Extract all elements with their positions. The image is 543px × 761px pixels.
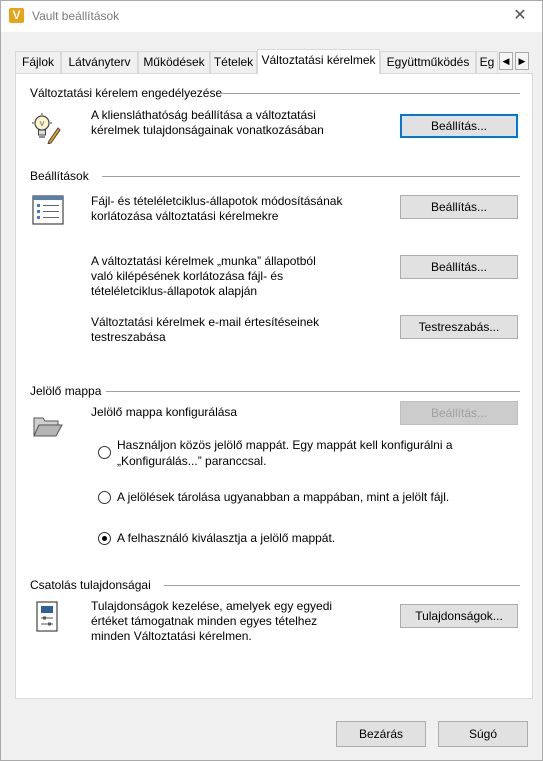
attachment-description-line1: Tulajdonságok kezelése, amelyek egy egye…	[91, 599, 333, 613]
radio-user-selects-folder[interactable]	[98, 532, 111, 545]
tab-change-orders[interactable]: Változtatási kérelmek	[257, 49, 380, 74]
settings-item2-line2: való kilépésének korlátozása fájl- és	[91, 269, 284, 283]
enable-description-line1: A kliensláthatóság beállítása a változta…	[91, 108, 316, 122]
title-bar: V Vault beállítások ✕	[1, 1, 542, 32]
tab-strip: Fájlok Látványterv Működések Tételek Vál…	[15, 49, 533, 74]
email-notification-customize-button[interactable]: Testreszabás...	[400, 315, 518, 339]
section-divider	[164, 585, 520, 586]
tab-scroll-right-button[interactable]: ▶	[515, 52, 529, 70]
section-divider	[106, 391, 520, 392]
tab-partial[interactable]: Eg	[476, 51, 498, 73]
folder-open-icon	[33, 414, 63, 438]
close-window-button[interactable]: ✕	[498, 1, 542, 32]
tab-visualization[interactable]: Látványterv	[61, 51, 138, 73]
properties-document-icon	[36, 601, 60, 633]
option-shared-folder-line1: Használjon közös jelölő mappát. Egy mapp…	[117, 438, 453, 452]
section-divider	[220, 93, 520, 94]
settings-item2-line1: A változtatási kérelmek „munka” állapotb…	[91, 254, 316, 268]
option-shared-folder-line2: „Konfigurálás...” paranccsal.	[117, 454, 267, 468]
lifecycle-restriction-settings-button[interactable]: Beállítás...	[400, 195, 518, 219]
help-button[interactable]: Súgó	[438, 721, 528, 747]
settings-item1-line1: Fájl- és tételéletciklus-állapotok módos…	[91, 194, 343, 208]
section-title-attachment-properties: Csatolás tulajdonságai	[30, 578, 151, 592]
tab-items[interactable]: Tételek	[210, 51, 257, 73]
option-user-selects-label: A felhasználó kiválasztja a jelölő mappá…	[117, 531, 336, 545]
attachment-description-line3: minden Változtatási kérelmen.	[91, 629, 252, 643]
section-divider	[102, 176, 520, 177]
radio-same-folder-as-file[interactable]	[98, 491, 111, 504]
lightbulb-pencil-icon	[31, 112, 61, 145]
settings-item3-line2: testreszabása	[91, 330, 166, 344]
tab-scroll-left-button[interactable]: ◀	[499, 52, 513, 70]
tab-files[interactable]: Fájlok	[15, 51, 61, 73]
dialog-window: V Vault beállítások ✕ Fájlok Látványterv…	[0, 0, 543, 761]
vault-logo-icon: V	[9, 8, 24, 23]
tab-behaviors[interactable]: Működések	[138, 51, 210, 73]
attachment-properties-button[interactable]: Tulajdonságok...	[400, 604, 518, 628]
markup-folder-settings-button[interactable]: Beállítás...	[400, 401, 518, 425]
settings-item2-line3: tételéletciklus-állapotok alapján	[91, 284, 258, 298]
section-title-settings: Beállítások	[30, 169, 89, 183]
radio-shared-markup-folder[interactable]	[98, 446, 111, 459]
markup-configure-label: Jelölő mappa konfigurálása	[91, 405, 238, 419]
tab-collaboration[interactable]: Együttműködés	[380, 51, 476, 73]
work-state-restriction-settings-button[interactable]: Beállítás...	[400, 255, 518, 279]
settings-item3-line1: Változtatási kérelmek e-mail értesítései…	[91, 315, 320, 329]
option-same-folder-label: A jelölések tárolása ugyanabban a mappáb…	[117, 490, 450, 504]
change-orders-panel: Változtatási kérelem engedélyezése A kli…	[15, 73, 533, 699]
section-title-markup-folder: Jelölő mappa	[30, 384, 102, 398]
settings-item1-line2: korlátozása változtatási kérelmekre	[91, 209, 279, 223]
window-title: Vault beállítások	[32, 9, 120, 23]
settings-list-icon	[32, 194, 64, 226]
enable-description-line2: kérelmek tulajdonságainak vonatkozásában	[91, 123, 324, 137]
section-title-enable: Változtatási kérelem engedélyezése	[30, 86, 223, 100]
enable-settings-button[interactable]: Beállítás...	[400, 114, 518, 138]
close-button[interactable]: Bezárás	[336, 721, 426, 747]
attachment-description-line2: értéket támogatnak minden egyes tételhez	[91, 614, 318, 628]
